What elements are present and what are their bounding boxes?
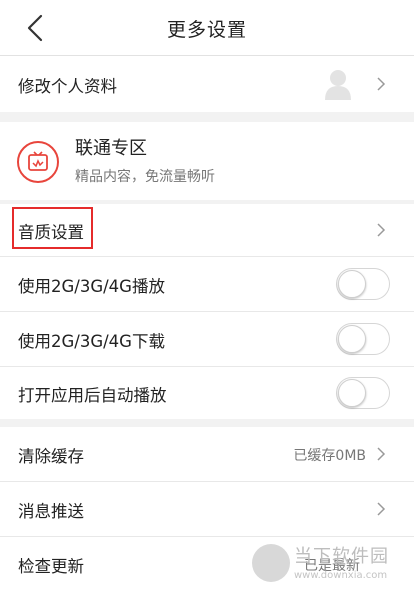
clear-cache-label: 清除缓存 <box>18 447 84 466</box>
play-on-mobile-row: 使用2G/3G/4G播放 <box>0 257 414 311</box>
cache-size-value: 已缓存0MB <box>293 448 366 464</box>
watermark-logo <box>252 544 290 582</box>
watermark-name: 当下软件园 <box>294 546 389 567</box>
push-messages-row[interactable]: 消息推送 <box>0 482 414 536</box>
page-title: 更多设置 <box>166 18 247 41</box>
toggle-knob <box>338 325 366 353</box>
unicom-zone-icon <box>17 141 59 183</box>
unicom-zone-subtitle: 精品内容，免流量畅听 <box>75 169 215 185</box>
download-on-mobile-label: 使用2G/3G/4G下载 <box>18 332 165 351</box>
autoplay-toggle[interactable] <box>336 377 390 409</box>
highlight-box <box>12 207 93 249</box>
chevron-right-icon <box>377 502 386 516</box>
edit-profile-row[interactable]: 修改个人资料 <box>0 56 414 112</box>
autoplay-label: 打开应用后自动播放 <box>18 386 167 405</box>
chevron-right-icon <box>377 447 386 461</box>
check-update-label: 检查更新 <box>18 557 84 576</box>
clear-cache-row[interactable]: 清除缓存 已缓存0MB <box>0 427 414 481</box>
default-avatar-icon <box>325 70 351 100</box>
title-bar: 更多设置 <box>0 0 414 56</box>
play-on-mobile-label: 使用2G/3G/4G播放 <box>18 277 165 296</box>
download-on-mobile-toggle[interactable] <box>336 323 390 355</box>
chevron-right-icon <box>377 77 386 91</box>
site-watermark: 当下软件园 www.downxia.com <box>246 540 406 596</box>
watermark-url: www.downxia.com <box>294 570 388 581</box>
unicom-zone-card[interactable]: 联通专区 精品内容，免流量畅听 <box>0 122 414 200</box>
unicom-zone-title: 联通专区 <box>75 138 147 159</box>
push-messages-label: 消息推送 <box>18 502 84 521</box>
play-on-mobile-toggle[interactable] <box>336 268 390 300</box>
chevron-right-icon <box>377 223 386 237</box>
autoplay-row: 打开应用后自动播放 <box>0 367 414 419</box>
toggle-knob <box>338 379 366 407</box>
edit-profile-label: 修改个人资料 <box>18 77 117 96</box>
toggle-knob <box>338 270 366 298</box>
download-on-mobile-row: 使用2G/3G/4G下载 <box>0 312 414 366</box>
